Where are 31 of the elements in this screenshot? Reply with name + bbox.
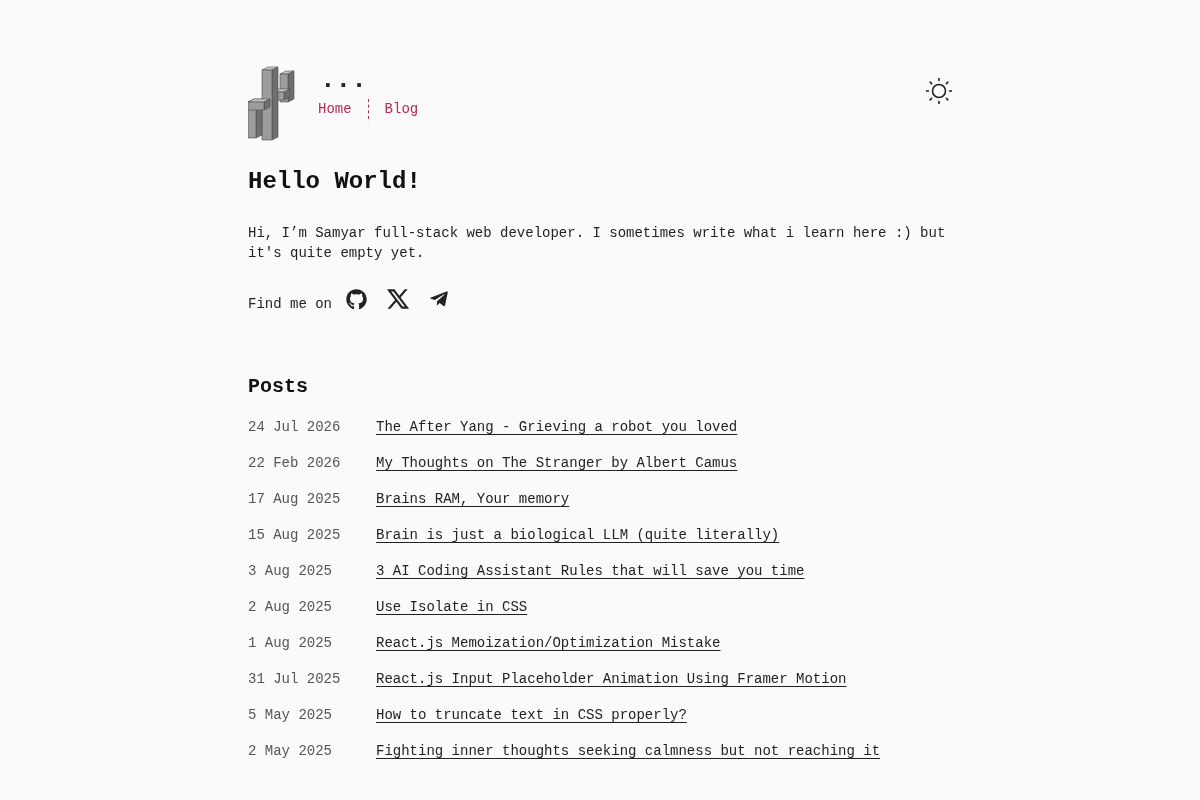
posts-heading: Posts <box>248 374 309 400</box>
post-link[interactable]: 3 AI Coding Assistant Rules that will save you time <box>376 561 805 581</box>
post-link[interactable]: Brains RAM, Your memory <box>376 489 570 509</box>
post-date: 2 Aug 2025 <box>248 598 333 617</box>
page-heading: Hello World! <box>248 167 422 197</box>
post-date: 2 May 2025 <box>248 742 333 761</box>
post-link[interactable]: Use Isolate in CSS <box>376 597 528 617</box>
paper-plane-icon[interactable] <box>429 289 449 309</box>
find-me-label: Find me on <box>248 295 332 314</box>
post-date: 3 Aug 2025 <box>248 562 333 581</box>
post-link[interactable]: Fighting inner thoughts seeking calmness but not reaching it <box>376 741 881 761</box>
intro-text: Hi, I’m Samyar full-stack web developer. I sometimes write what i learn here :) but it's quite empty yet. <box>248 224 947 263</box>
nav-link[interactable]: Home <box>318 99 352 119</box>
post-date: 22 Feb 2026 <box>248 454 342 473</box>
post-date: 31 Jul 2025 <box>248 670 342 689</box>
post-date: 1 Aug 2025 <box>248 634 333 653</box>
post-date: 5 May 2025 <box>248 706 333 725</box>
github-icon[interactable] <box>346 288 367 310</box>
post-link[interactable]: How to truncate text in CSS properly? <box>376 705 687 725</box>
post-date: 24 Jul 2026 <box>248 418 342 437</box>
post-link[interactable]: React.js Memoization/Optimization Mistake <box>376 633 721 653</box>
post-link[interactable]: React.js Input Placeholder Animation Using Framer Motion <box>376 669 847 689</box>
post-link[interactable]: My Thoughts on The Stranger by Albert Camus <box>376 453 738 473</box>
x-logo-icon[interactable] <box>385 286 411 312</box>
nav-link[interactable]: Blog <box>384 99 419 119</box>
post-link[interactable]: Brain is just a biological LLM (quite literally) <box>376 525 780 545</box>
sun-icon[interactable] <box>926 78 952 104</box>
post-date: 15 Aug 2025 <box>248 526 342 545</box>
post-date: 17 Aug 2025 <box>248 490 342 509</box>
site-title: ... <box>320 66 368 94</box>
post-link[interactable]: The After Yang - Grieving a robot you loved <box>376 417 738 437</box>
